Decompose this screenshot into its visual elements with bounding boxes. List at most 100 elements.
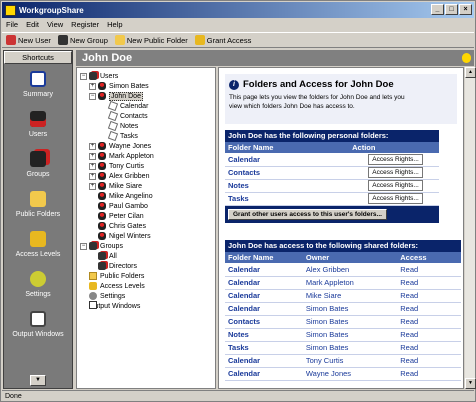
tree-node-calendar[interactable]: Calendar [107, 100, 148, 112]
folder-link[interactable]: Notes [225, 179, 350, 193]
column-header-owner: Owner [302, 252, 398, 263]
tree-node-contacts[interactable]: Contacts [107, 110, 148, 122]
tree-node-access-levels[interactable]: Access Levels [89, 281, 145, 291]
tree-node-users[interactable]: − Users [80, 71, 118, 81]
details-panel: i Folders and Access for John Doe This p… [218, 67, 464, 389]
status-bar: Done [2, 390, 474, 402]
shortcut-summary-label: Summary [23, 90, 53, 98]
tree-node-paul-gambo[interactable]: Paul Gambo [98, 201, 148, 211]
table-row: Notes Access Rights... [225, 179, 439, 193]
scroll-down-button[interactable]: ▼ [465, 378, 476, 389]
menu-help[interactable]: Help [103, 20, 126, 29]
collapse-icon[interactable]: − [89, 92, 96, 100]
folder-link[interactable]: Contacts [225, 315, 303, 329]
shortcut-settings[interactable]: Settings [4, 264, 72, 304]
folder-link[interactable]: Tasks [225, 192, 350, 206]
tree-node-john-doe[interactable]: − John Doe [89, 91, 143, 101]
table-row: Contacts Simon Bates Read [225, 315, 461, 329]
folder-link[interactable]: Calendar [225, 302, 303, 316]
menu-register[interactable]: Register [67, 20, 103, 29]
table-row: Notes Simon Bates Read [225, 328, 461, 342]
folder-link[interactable]: Calendar [225, 263, 303, 277]
tree-node-public-folders[interactable]: Public Folders [89, 271, 144, 281]
column-header-action: Action [349, 142, 439, 153]
expand-icon[interactable]: + [89, 152, 96, 160]
folder-link[interactable]: Calendar [225, 153, 350, 167]
shortcut-public-folders[interactable]: Public Folders [4, 184, 72, 224]
expand-icon[interactable]: + [89, 142, 96, 150]
notes-icon [107, 120, 119, 132]
grant-access-to-folders-button[interactable]: Grant other users access to this user's … [228, 208, 387, 220]
shortcut-users-label: Users [28, 130, 48, 138]
tree-node-output-windows[interactable]: Output Windows [89, 301, 140, 311]
tree-node-mike-siare[interactable]: + Mike Siare [89, 181, 142, 191]
tree-node-tony-curtis[interactable]: + Tony Curtis [89, 161, 144, 171]
new-public-folder-button[interactable]: New Public Folder [114, 35, 188, 45]
grant-access-button[interactable]: Grant Access [194, 35, 251, 45]
tree-node-alex-gribben[interactable]: + Alex Gribben [89, 171, 149, 181]
new-group-label: New Group [69, 35, 108, 45]
tree-node-notes[interactable]: Notes [107, 120, 138, 132]
tree-node-directors[interactable]: Directors [98, 261, 137, 271]
vertical-scrollbar[interactable]: ▲ ▼ [464, 67, 476, 389]
shortcut-groups-label: Groups [26, 170, 50, 178]
menu-file[interactable]: File [2, 20, 22, 29]
access-rights-button[interactable]: Access Rights... [368, 180, 423, 191]
tree-node-nigel-winters[interactable]: Nigel Winters [98, 231, 151, 241]
maximize-button[interactable]: □ [445, 4, 458, 15]
access-rights-button[interactable]: Access Rights... [368, 193, 423, 204]
title-bar[interactable]: WorkgroupShare _ □ × [2, 2, 474, 18]
tree-node-tasks[interactable]: Tasks [107, 130, 138, 142]
table-row: Tasks Simon Bates Read [225, 341, 461, 355]
tasks-icon [107, 130, 119, 142]
shortcut-output-windows[interactable]: Output Windows [4, 304, 72, 344]
folder-link[interactable]: Calendar [225, 354, 303, 368]
shortcuts-scroll-down[interactable]: ▼ [30, 375, 46, 386]
shortcut-users[interactable]: Users [4, 104, 72, 144]
owner-cell: Wayne Jones [302, 367, 398, 381]
expand-icon[interactable]: + [89, 82, 96, 90]
folder-link[interactable]: Contacts [225, 166, 350, 180]
menu-view[interactable]: View [43, 20, 67, 29]
tree-node-mike-angelino[interactable]: Mike Angelino [98, 191, 153, 201]
tree-node-groups[interactable]: − Groups [80, 241, 123, 251]
close-button[interactable]: × [459, 4, 472, 15]
tree-node-simon-bates[interactable]: + Simon Bates [89, 81, 149, 91]
new-group-button[interactable]: New Group [57, 35, 108, 45]
access-rights-button[interactable]: Access Rights... [368, 153, 423, 165]
expand-icon[interactable]: + [89, 172, 96, 180]
new-user-button[interactable]: New User [6, 35, 51, 45]
minimize-button[interactable]: _ [431, 4, 444, 15]
folder-link[interactable]: Calendar [225, 276, 303, 290]
folder-link[interactable]: Calendar [225, 289, 303, 303]
tree-node-peter-cilan[interactable]: Peter Cilan [98, 211, 144, 221]
shortcut-access-levels[interactable]: Access Levels [4, 224, 72, 264]
table-row: Calendar Simon Bates Read [225, 302, 461, 316]
folder-icon [30, 190, 46, 207]
owner-cell: Simon Bates [302, 315, 398, 329]
menu-edit[interactable]: Edit [22, 20, 43, 29]
folder-link[interactable]: Tasks [225, 341, 303, 355]
tree-node-chris-gates[interactable]: Chris Gates [98, 221, 146, 231]
folder-link[interactable]: Notes [225, 328, 303, 342]
user-icon [98, 172, 106, 180]
scroll-up-button[interactable]: ▲ [465, 67, 476, 78]
tree-node-mark-appleton[interactable]: + Mark Appleton [89, 151, 154, 161]
collapse-icon[interactable]: − [80, 72, 87, 80]
owner-cell: Simon Bates [302, 302, 398, 316]
shortcuts-header[interactable]: Shortcuts [4, 51, 72, 64]
expand-icon[interactable]: + [89, 182, 96, 190]
expand-icon[interactable]: + [89, 162, 96, 170]
collapse-icon[interactable]: − [80, 242, 87, 250]
folder-link[interactable]: Calendar [225, 367, 303, 381]
shortcut-summary[interactable]: Summary [4, 64, 72, 104]
user-icon [98, 212, 106, 220]
tree-node-all[interactable]: All [98, 251, 117, 261]
column-header-folder-name: Folder Name [225, 252, 303, 263]
tree-node-wayne-jones[interactable]: + Wayne Jones [89, 141, 151, 151]
owner-cell: Simon Bates [302, 341, 398, 355]
tree-node-settings[interactable]: Settings [89, 291, 125, 301]
access-rights-button[interactable]: Access Rights... [368, 167, 423, 178]
help-icon[interactable] [462, 53, 471, 63]
shortcut-groups[interactable]: Groups [4, 144, 72, 184]
